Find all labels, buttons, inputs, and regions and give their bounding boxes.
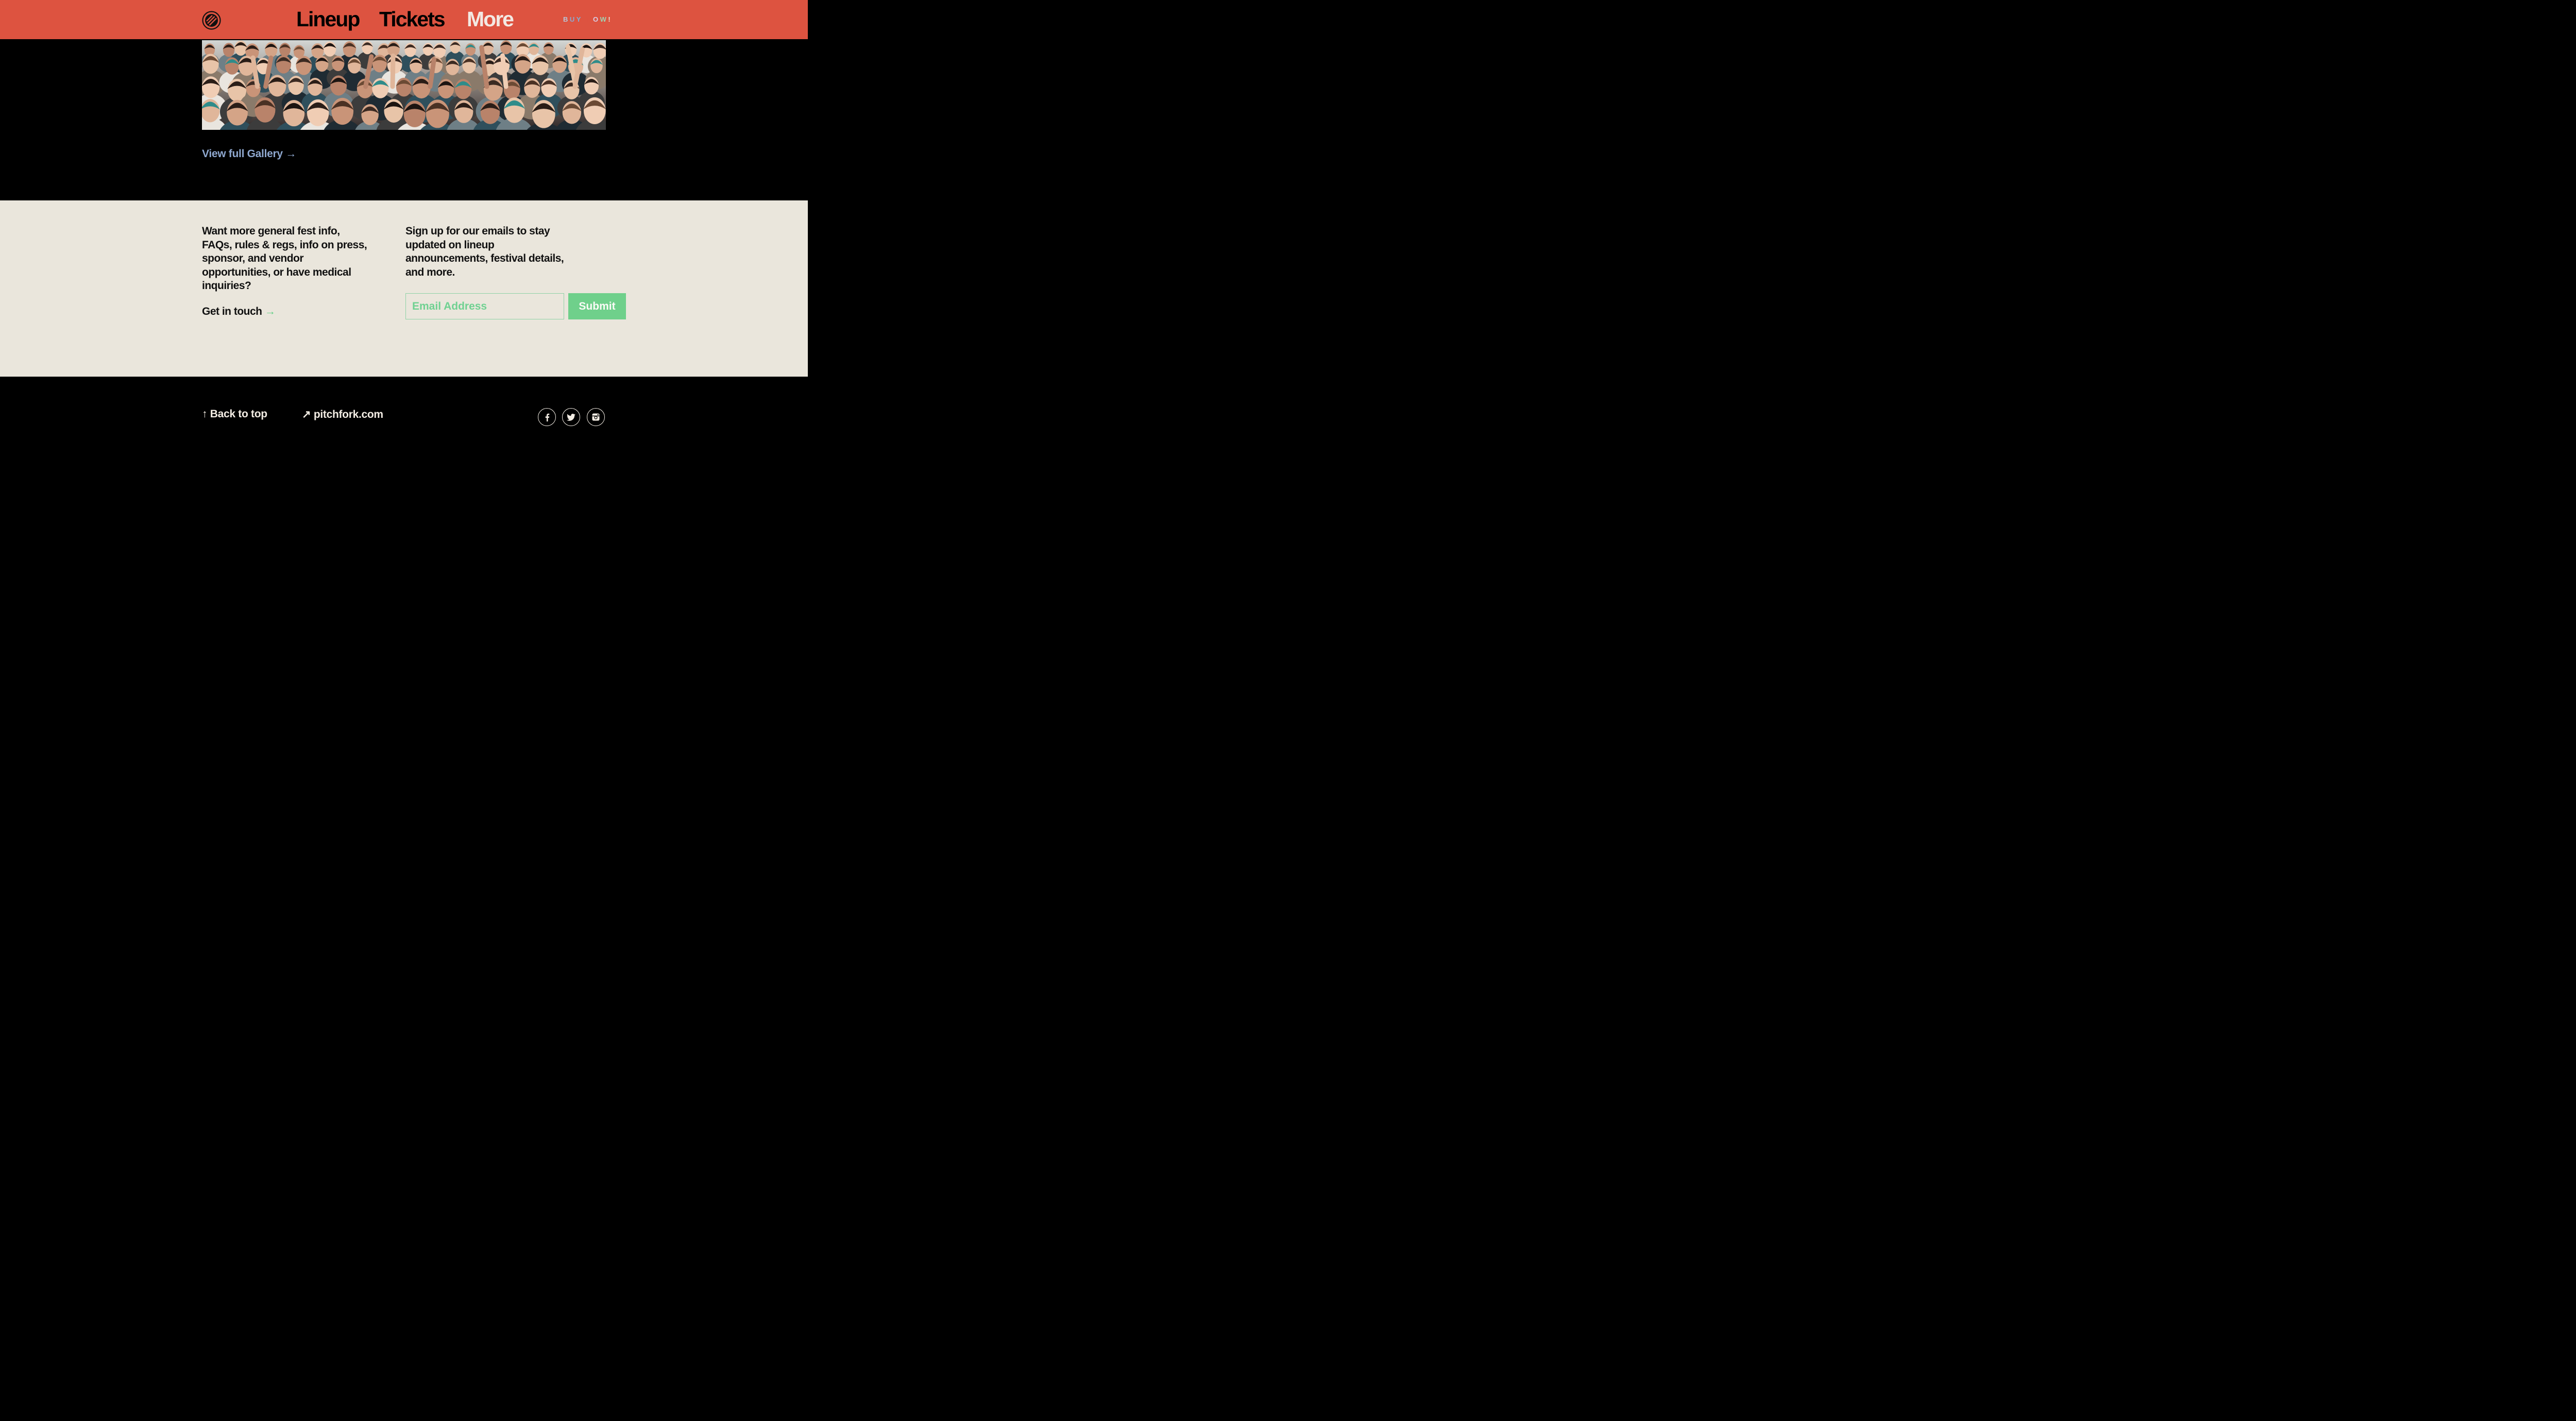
buy-now-letter bbox=[583, 15, 586, 24]
site-footer: ↑ Back to top ↗ pitchfork.com bbox=[0, 377, 808, 435]
get-in-touch-label: Get in touch bbox=[202, 306, 262, 317]
back-to-top-link[interactable]: ↑ Back to top bbox=[202, 408, 267, 420]
nav-more[interactable]: More bbox=[467, 6, 514, 32]
buy-now-letter: ! bbox=[608, 15, 613, 23]
instagram-icon[interactable] bbox=[587, 408, 605, 426]
twitter-glyph bbox=[567, 413, 575, 421]
signup-text: Sign up for our emails to stay updated o… bbox=[405, 225, 564, 278]
nav-lineup[interactable]: Lineup bbox=[296, 6, 360, 32]
info-section: Want more general fest info, FAQs, rules… bbox=[0, 200, 808, 377]
site-header: Lineup Tickets More BUY NOW! bbox=[0, 0, 808, 39]
logo-svg bbox=[202, 11, 221, 30]
instagram-glyph bbox=[592, 413, 600, 421]
submit-button[interactable]: Submit bbox=[568, 293, 626, 319]
buy-now-letter: W bbox=[600, 15, 608, 23]
pitchfork-logo-icon[interactable] bbox=[202, 11, 221, 30]
twitter-icon[interactable] bbox=[562, 408, 580, 426]
buy-now-letter: U bbox=[569, 15, 577, 23]
arrow-right-icon: → bbox=[285, 148, 296, 160]
facebook-icon[interactable] bbox=[538, 408, 556, 426]
buy-now-button[interactable]: BUY NOW! bbox=[563, 15, 612, 24]
email-field[interactable] bbox=[405, 293, 564, 319]
pitchfork-link[interactable]: ↗ pitchfork.com bbox=[302, 408, 383, 421]
nav-tickets[interactable]: Tickets bbox=[379, 6, 446, 32]
info-question: Want more general fest info, FAQs, rules… bbox=[202, 225, 367, 292]
facebook-glyph bbox=[545, 413, 549, 421]
get-in-touch-link[interactable]: Get in touch → bbox=[202, 306, 276, 318]
arrow-right-icon: → bbox=[264, 306, 276, 317]
gallery-section: View full Gallery → bbox=[0, 39, 808, 200]
buy-now-letter: B bbox=[563, 15, 570, 23]
view-gallery-label: View full Gallery bbox=[202, 148, 283, 160]
crowd-photo bbox=[202, 40, 606, 130]
buy-now-letter: Y bbox=[576, 15, 583, 23]
view-gallery-link[interactable]: View full Gallery → bbox=[202, 148, 296, 160]
crowd-photo-art bbox=[202, 40, 606, 130]
buy-now-letter: O bbox=[592, 15, 600, 23]
buy-now-letter: N bbox=[586, 15, 593, 23]
